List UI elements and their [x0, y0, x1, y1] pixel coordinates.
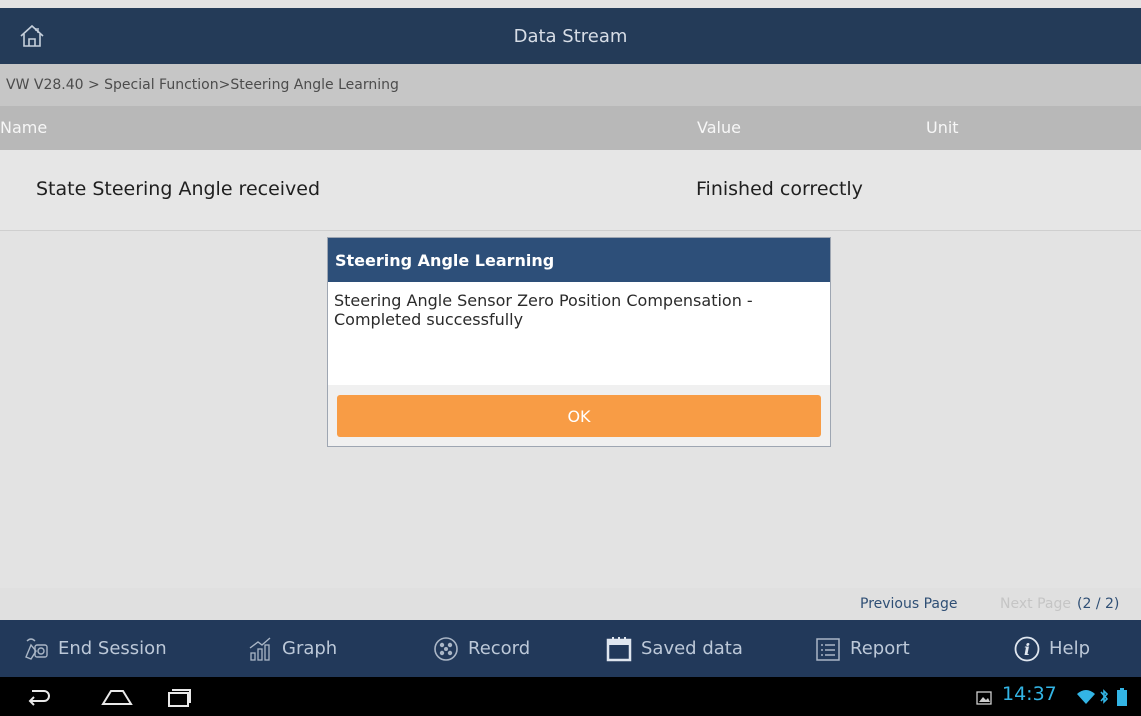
- column-header-name: Name: [0, 118, 48, 137]
- record-label: Record: [468, 638, 531, 659]
- report-button[interactable]: Report: [814, 620, 910, 677]
- ok-button[interactable]: OK: [337, 395, 821, 437]
- previous-page-link[interactable]: Previous Page: [860, 596, 958, 612]
- home-nav-icon[interactable]: [101, 686, 133, 708]
- saved-data-button[interactable]: Saved data: [605, 620, 743, 677]
- clock: 14:37: [1002, 683, 1057, 705]
- report-icon: [816, 637, 840, 661]
- bottom-toolbar: End Session Graph Record Saved data Repo…: [0, 620, 1141, 677]
- end-session-icon: [25, 637, 48, 660]
- recent-apps-icon[interactable]: [166, 686, 194, 708]
- graph-label: Graph: [282, 638, 338, 659]
- report-label: Report: [850, 638, 910, 659]
- row-value: Finished correctly: [696, 178, 863, 200]
- row-name: State Steering Angle received: [36, 178, 321, 200]
- page-count: (2 / 2): [1077, 596, 1120, 612]
- title-bar: Data Stream: [0, 8, 1141, 64]
- home-icon[interactable]: [18, 22, 46, 50]
- dialog-title: Steering Angle Learning: [328, 238, 830, 282]
- table-header: Name Value Unit: [0, 106, 1141, 150]
- svg-text:i: i: [1024, 640, 1030, 659]
- graph-button[interactable]: Graph: [246, 620, 337, 677]
- table-row[interactable]: State Steering Angle received Finished c…: [0, 150, 1141, 231]
- system-navigation-bar: 14:37: [0, 677, 1141, 716]
- help-icon: i: [1014, 636, 1040, 661]
- column-header-value: Value: [697, 118, 741, 137]
- record-button[interactable]: Record: [432, 620, 530, 677]
- pager: Previous Page Next Page (2 / 2): [0, 588, 1141, 620]
- help-label: Help: [1049, 638, 1091, 659]
- bluetooth-icon: [1100, 689, 1109, 704]
- saved-data-label: Saved data: [641, 638, 743, 659]
- battery-icon: [1117, 688, 1127, 706]
- breadcrumb: VW V28.40 > Special Function>Steering An…: [0, 64, 1141, 106]
- next-page-link[interactable]: Next Page: [1000, 596, 1071, 612]
- wifi-icon: [1077, 690, 1095, 704]
- page-title: Data Stream: [513, 25, 628, 47]
- record-icon: [434, 636, 458, 661]
- help-button[interactable]: i Help: [1013, 620, 1090, 677]
- steering-angle-dialog: Steering Angle Learning Steering Angle S…: [328, 238, 830, 446]
- dialog-message: Steering Angle Sensor Zero Position Comp…: [328, 282, 830, 385]
- graph-icon: [249, 636, 271, 661]
- gallery-notification-icon: [976, 691, 992, 705]
- back-icon[interactable]: [24, 686, 52, 708]
- end-session-label: End Session: [58, 638, 167, 659]
- column-header-unit: Unit: [926, 118, 959, 137]
- end-session-button[interactable]: End Session: [22, 620, 167, 677]
- saved-data-icon: [606, 636, 632, 661]
